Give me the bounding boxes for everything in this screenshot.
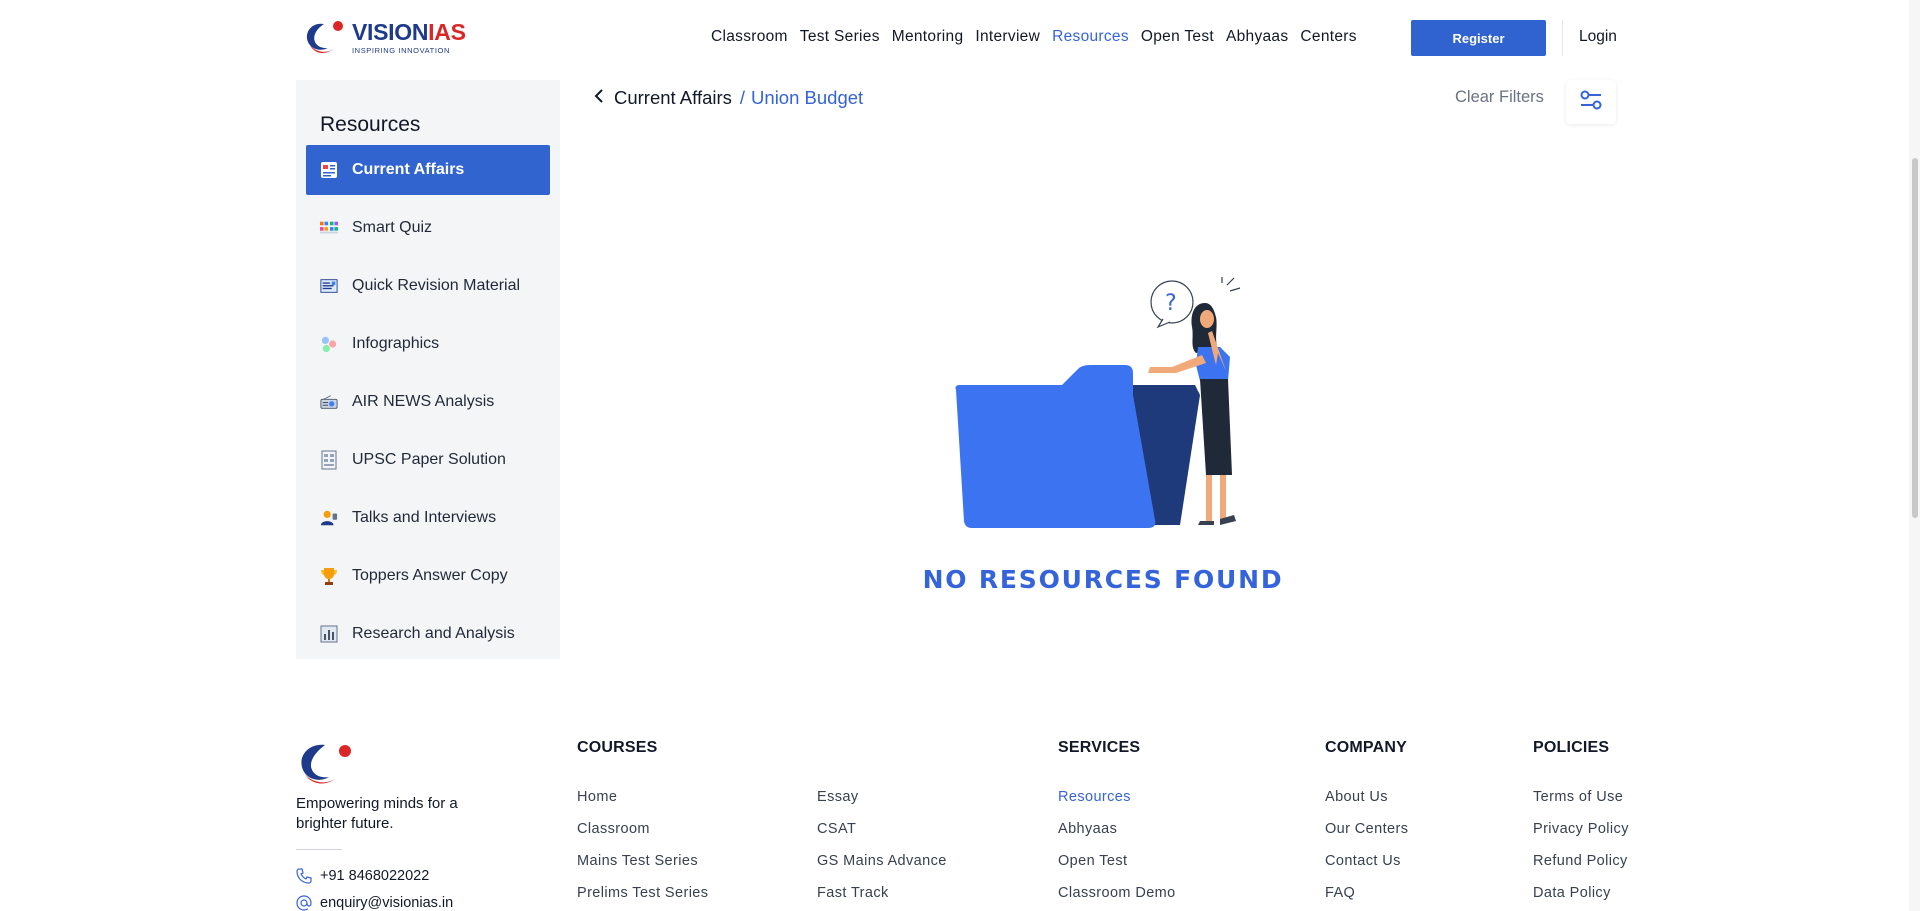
- sidebar-item-toppers[interactable]: Toppers Answer Copy: [306, 551, 550, 601]
- nav-interview[interactable]: Interview: [975, 28, 1040, 46]
- main-nav: Classroom Test Series Mentoring Intervie…: [711, 28, 1369, 46]
- empty-state-message: NO RESOURCES FOUND: [922, 565, 1284, 594]
- footer-link-resources[interactable]: Resources: [1058, 789, 1131, 805]
- speaker-icon: [320, 509, 338, 527]
- quiz-grid-icon: [320, 219, 338, 237]
- footer-link-mains-test-series[interactable]: Mains Test Series: [577, 853, 698, 869]
- clear-filters-button[interactable]: Clear Filters: [1455, 88, 1544, 107]
- footer-tagline: Empowering minds for a brighter future.: [296, 795, 458, 832]
- nav-mentoring[interactable]: Mentoring: [892, 28, 964, 46]
- footer-link-our-centers[interactable]: Our Centers: [1325, 821, 1408, 837]
- nav-abhyaas[interactable]: Abhyaas: [1226, 28, 1288, 46]
- sidebar-item-smart-quiz[interactable]: Smart Quiz: [306, 203, 550, 253]
- footer-link-about-us[interactable]: About Us: [1325, 789, 1388, 805]
- infographics-icon: [320, 335, 338, 353]
- nav-open-test[interactable]: Open Test: [1141, 28, 1214, 46]
- sidebar-item-label: Quick Revision Material: [352, 277, 521, 294]
- footer-link-data-policy[interactable]: Data Policy: [1533, 885, 1611, 901]
- footer-link-csat[interactable]: CSAT: [817, 821, 856, 837]
- site-logo[interactable]: VISIONIAS INSPIRING INNOVATION: [302, 18, 472, 58]
- footer-link-classroom-demo[interactable]: Classroom Demo: [1058, 885, 1176, 901]
- sidebar-item-talks[interactable]: Talks and Interviews: [306, 493, 550, 543]
- footer-phone-number: +91 8468022022: [320, 868, 430, 884]
- footer-link-essay[interactable]: Essay: [817, 789, 859, 805]
- footer-link-privacy[interactable]: Privacy Policy: [1533, 821, 1629, 837]
- nav-resources[interactable]: Resources: [1052, 28, 1129, 46]
- svg-text:?: ?: [1165, 291, 1177, 316]
- footer-services-heading: SERVICES: [1058, 739, 1141, 756]
- sidebar-item-label: Toppers Answer Copy: [352, 567, 508, 584]
- sidebar-item-label: AIR NEWS Analysis: [352, 393, 495, 410]
- footer-divider: [296, 849, 342, 850]
- at-sign-icon: [296, 895, 312, 911]
- footer-company-heading: COMPANY: [1325, 739, 1407, 756]
- footer-link-prelims-test-series[interactable]: Prelims Test Series: [577, 885, 708, 901]
- logo-tagline: INSPIRING INNOVATION: [352, 46, 450, 56]
- sliders-icon: [1579, 89, 1603, 116]
- sidebar-item-upsc-paper[interactable]: UPSC Paper Solution: [306, 435, 550, 485]
- footer-link-faq[interactable]: FAQ: [1325, 885, 1355, 901]
- footer-courses-heading: COURSES: [577, 739, 658, 756]
- logo-name-vision: VISION: [352, 19, 429, 46]
- sidebar-item-air-news[interactable]: AIR NEWS Analysis: [306, 377, 550, 427]
- nav-centers[interactable]: Centers: [1300, 28, 1356, 46]
- breadcrumb-current-affairs[interactable]: Current Affairs: [614, 87, 732, 109]
- phone-icon: [296, 868, 312, 884]
- footer-email-address: enquiry@visionias.in: [320, 895, 454, 911]
- register-button[interactable]: Register: [1411, 20, 1546, 56]
- resources-sidebar: Resources Current Affairs Smart Quiz Qui…: [296, 80, 560, 659]
- sidebar-item-label: Current Affairs: [352, 161, 465, 178]
- header-divider: [1562, 20, 1563, 56]
- footer-link-home[interactable]: Home: [577, 789, 617, 805]
- nav-classroom[interactable]: Classroom: [711, 28, 788, 46]
- sidebar-item-current-affairs[interactable]: Current Affairs: [306, 145, 550, 195]
- sidebar-item-label: Research and Analysis: [352, 625, 515, 642]
- sidebar-item-infographics[interactable]: Infographics: [306, 319, 550, 369]
- sidebar-item-research[interactable]: Research and Analysis: [306, 609, 550, 659]
- paper-icon: [320, 450, 338, 470]
- footer-logo-icon[interactable]: [295, 740, 357, 786]
- chevron-left-icon[interactable]: [594, 88, 604, 108]
- sidebar-item-label: Talks and Interviews: [352, 509, 497, 526]
- breadcrumb-separator: /: [739, 87, 746, 108]
- sidebar-item-label: Infographics: [352, 335, 440, 352]
- footer-link-open-test[interactable]: Open Test: [1058, 853, 1127, 869]
- sidebar-item-label: UPSC Paper Solution: [352, 451, 506, 468]
- logo-mark-icon: [302, 18, 348, 58]
- sidebar-title: Resources: [320, 113, 421, 136]
- filter-toggle-button[interactable]: [1566, 80, 1616, 124]
- breadcrumb: Current Affairs / Union Budget: [594, 87, 863, 109]
- radio-icon: [320, 393, 338, 411]
- breadcrumb-union-budget: Union Budget: [751, 87, 864, 108]
- footer-link-fast-track[interactable]: Fast Track: [817, 885, 889, 901]
- footer-link-terms[interactable]: Terms of Use: [1533, 789, 1623, 805]
- footer-link-refund[interactable]: Refund Policy: [1533, 853, 1628, 869]
- footer-link-classroom[interactable]: Classroom: [577, 821, 650, 837]
- chart-icon: [320, 625, 338, 643]
- site-header: VISIONIAS INSPIRING INNOVATION Classroom…: [0, 0, 1920, 78]
- footer-link-abhyaas[interactable]: Abhyaas: [1058, 821, 1117, 837]
- logo-name-ias: IAS: [428, 19, 466, 46]
- empty-folder-icon: ?: [950, 275, 1255, 535]
- scrollbar-thumb[interactable]: [1912, 158, 1918, 518]
- footer-policies-heading: POLICIES: [1533, 739, 1610, 756]
- login-link[interactable]: Login: [1579, 28, 1617, 46]
- sidebar-item-label: Smart Quiz: [352, 219, 433, 236]
- revision-icon: [320, 277, 338, 295]
- sidebar-item-quick-revision[interactable]: Quick Revision Material: [306, 261, 550, 311]
- footer-link-contact-us[interactable]: Contact Us: [1325, 853, 1401, 869]
- footer-email[interactable]: enquiry@visionias.in: [296, 895, 453, 911]
- footer-phone[interactable]: +91 8468022022: [296, 868, 429, 884]
- footer-link-gs-mains-advance[interactable]: GS Mains Advance: [817, 853, 947, 869]
- trophy-icon: [320, 567, 338, 585]
- newspaper-icon: [320, 161, 338, 179]
- nav-test-series[interactable]: Test Series: [800, 28, 880, 46]
